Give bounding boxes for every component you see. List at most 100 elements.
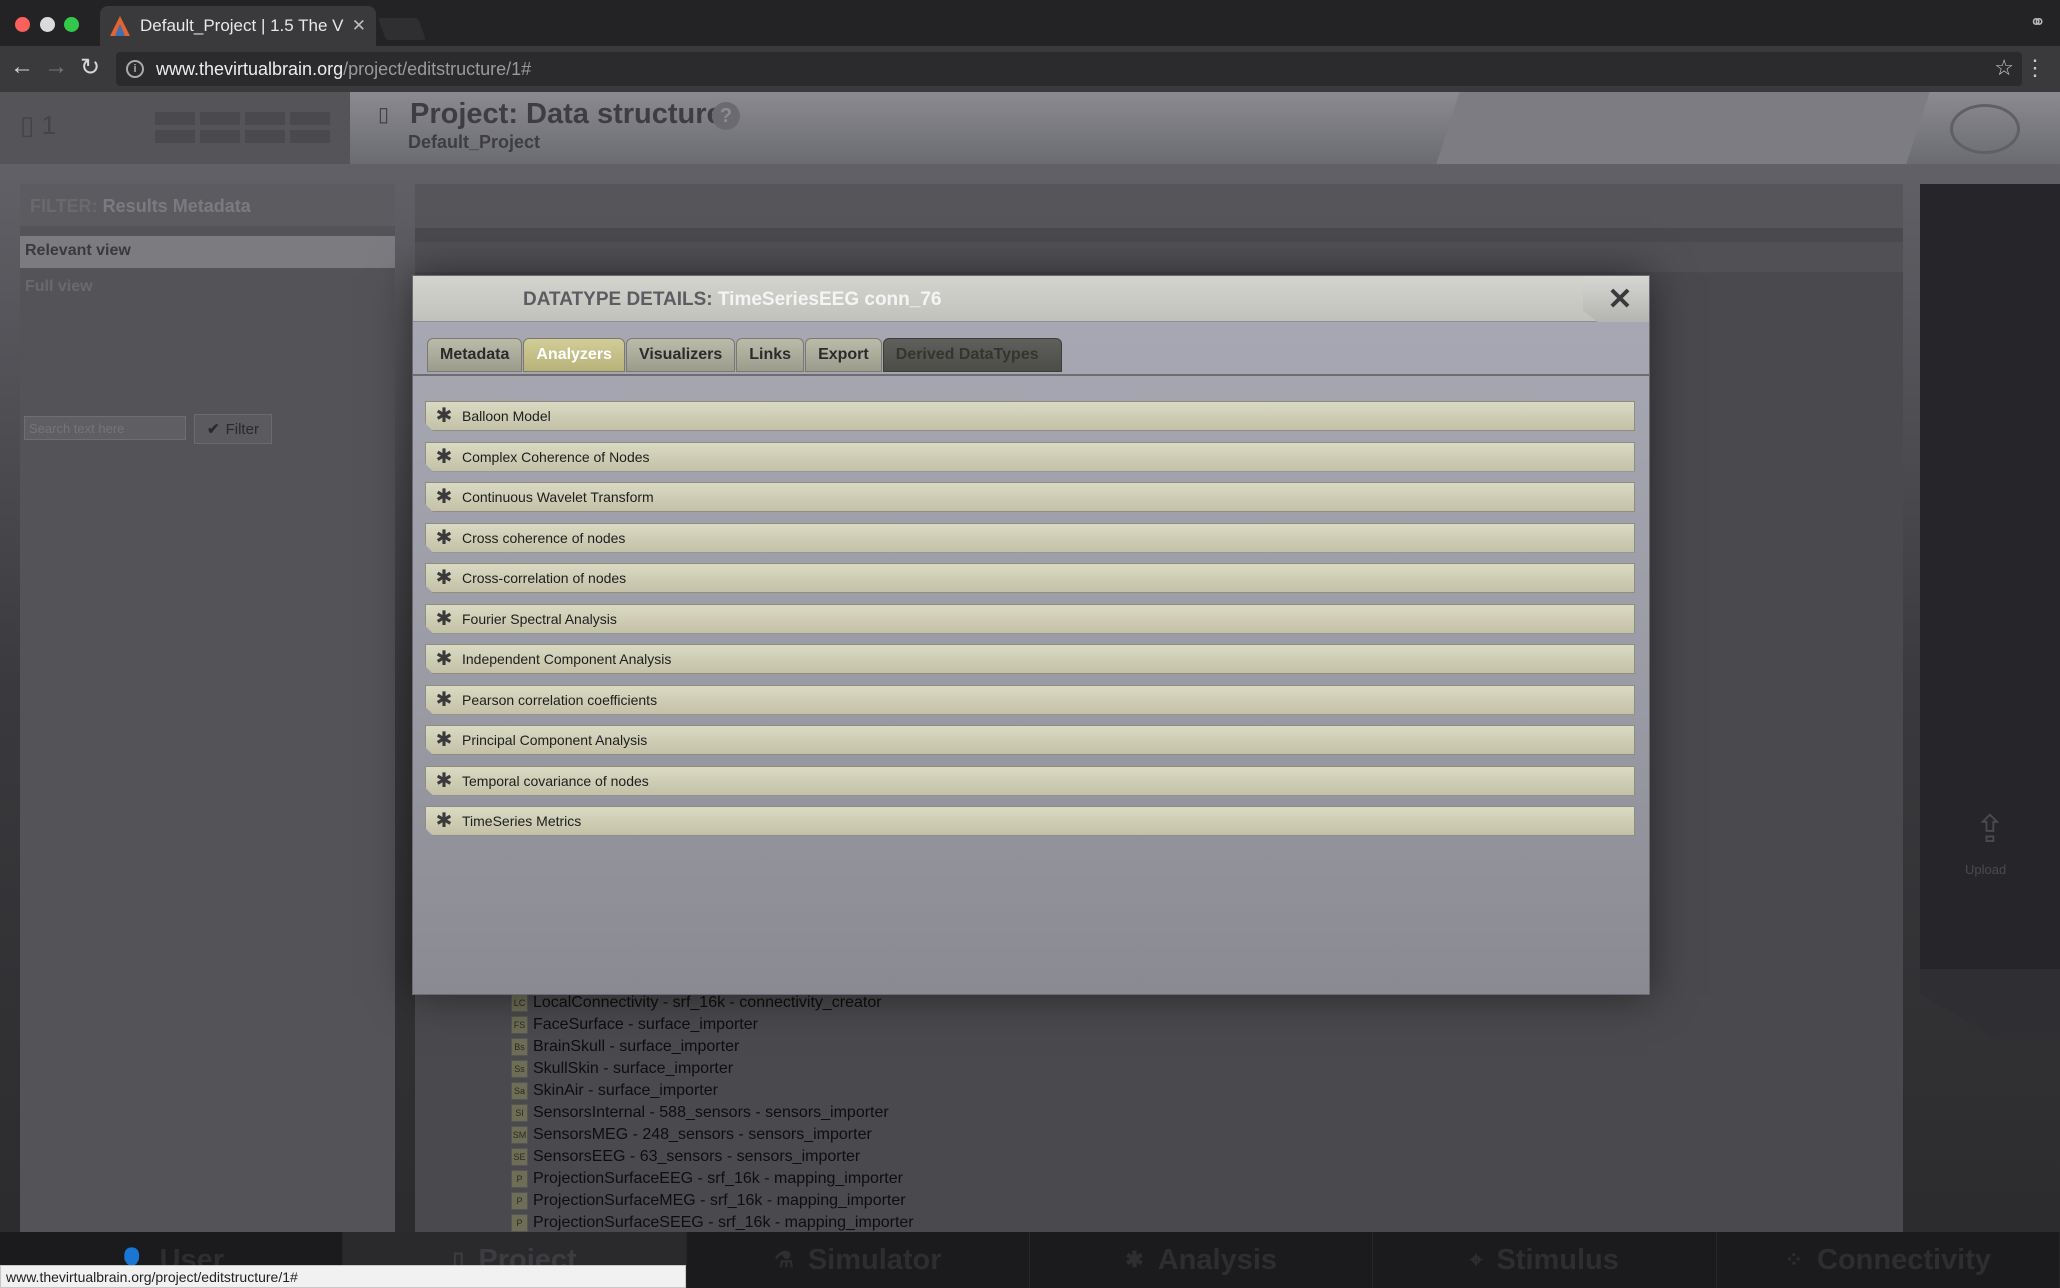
tree-node[interactable]: P ProjectionSurfaceMEG - srf_16k - mappin… xyxy=(511,1190,914,1212)
datatype-icon: P xyxy=(511,1170,528,1188)
tab-links[interactable]: Links xyxy=(736,338,805,372)
checkmark-icon: ✔ xyxy=(207,421,220,438)
tree-node-label: ProjectionSurfaceMEG - srf_16k - mapping… xyxy=(533,1192,906,1209)
filter-value: Results Metadata xyxy=(102,196,251,216)
incognito-icon: ⚭ xyxy=(2029,12,2046,34)
header-block xyxy=(290,112,330,125)
gear-icon: ✱ xyxy=(435,567,453,589)
bookmark-star-icon[interactable]: ☆ xyxy=(1994,55,2014,81)
header-block xyxy=(245,130,285,143)
tree-node[interactable]: P ProjectionSurfaceSEEG - srf_16k - mappi… xyxy=(511,1212,914,1234)
tree-node[interactable]: LC LocalConnectivity - srf_16k - connecti… xyxy=(511,992,914,1014)
browser-menu-icon[interactable]: ⋮ xyxy=(2024,55,2046,81)
nav-connectivity[interactable]: ⁘ Connectivity xyxy=(1717,1232,2060,1288)
header-right-area xyxy=(1436,92,1930,164)
help-icon[interactable]: ? xyxy=(712,102,740,130)
analyzer-item[interactable]: ✱ Cross-correlation of nodes xyxy=(425,563,1635,593)
header-block xyxy=(200,130,240,143)
tree-node[interactable]: Sa SkinAir - surface_importer xyxy=(511,1080,914,1102)
tree-node-label: SkullSkin - surface_importer xyxy=(533,1060,734,1077)
tvb-favicon-icon xyxy=(110,16,130,36)
close-window-button[interactable] xyxy=(15,17,30,32)
dialog-title-label: DATATYPE DETAILS: xyxy=(523,289,713,310)
document-icon: ▯ xyxy=(378,104,390,126)
nav-label: Stimulus xyxy=(1496,1243,1619,1276)
nav-label: Connectivity xyxy=(1817,1243,1992,1276)
analyzer-item[interactable]: ✱ Continuous Wavelet Transform xyxy=(425,482,1635,512)
network-icon: ⁘ xyxy=(1784,1247,1803,1272)
zoom-window-button[interactable] xyxy=(64,17,79,32)
url-path: /project/editstructure/1# xyxy=(343,58,532,79)
analyzer-item[interactable]: ✱ Cross coherence of nodes xyxy=(425,523,1635,553)
new-tab-button[interactable] xyxy=(377,18,427,40)
address-bar[interactable]: i www.thevirtualbrain.org/project/editst… xyxy=(116,52,2022,86)
analyzer-item[interactable]: ✱ Balloon Model xyxy=(425,401,1635,431)
tree-node[interactable]: SI SensorsInternal - 588_sensors - sensor… xyxy=(511,1102,914,1124)
gear-icon: ✱ xyxy=(435,445,453,468)
tree-node-label: SkinAir - surface_importer xyxy=(533,1082,718,1099)
nav-stimulus[interactable]: ⌖ Stimulus xyxy=(1373,1232,1717,1288)
full-view-option[interactable]: Full view xyxy=(20,272,395,304)
nav-analysis[interactable]: ✱ Analysis xyxy=(1030,1232,1374,1288)
upload-icon[interactable]: ⇪ xyxy=(1974,807,2006,852)
gear-icon: ✱ xyxy=(1125,1247,1144,1272)
tree-node-label: BrainSkull - surface_importer xyxy=(533,1038,740,1055)
analyzer-label: TimeSeries Metrics xyxy=(462,813,582,829)
reload-icon[interactable]: ↻ xyxy=(74,53,106,82)
back-arrow-icon[interactable]: ← xyxy=(6,53,38,81)
analyzer-item[interactable]: ✱ Temporal covariance of nodes xyxy=(425,766,1635,796)
tab-analyzers[interactable]: Analyzers xyxy=(523,338,625,372)
tree-node[interactable]: P ProjectionSurfaceEEG - srf_16k - mappin… xyxy=(511,1168,914,1190)
nav-simulator[interactable]: ⚗ Simulator xyxy=(687,1232,1030,1288)
project-count: ▯ 1 xyxy=(20,110,56,140)
tree-node-label: ProjectionSurfaceSEEG - srf_16k - mappin… xyxy=(533,1214,914,1231)
gear-icon: ✱ xyxy=(435,526,453,549)
dialog-close-button[interactable]: ✕ xyxy=(1583,276,1649,322)
analyzer-label: Complex Coherence of Nodes xyxy=(462,448,650,465)
tab-metadata[interactable]: Metadata xyxy=(427,338,523,372)
tab-close-icon[interactable]: ✕ xyxy=(352,16,366,36)
forward-arrow-icon[interactable]: → xyxy=(40,53,72,81)
gear-icon: ✱ xyxy=(435,607,453,630)
filter-label: FILTER: xyxy=(30,196,98,216)
filter-button-label: Filter xyxy=(225,420,259,438)
tree-node[interactable]: Bs BrainSkull - surface_importer xyxy=(511,1036,914,1058)
analyzer-item[interactable]: ✱ Independent Component Analysis xyxy=(425,644,1635,674)
filter-search-input[interactable] xyxy=(24,416,186,440)
right-panel-tail xyxy=(1920,969,2060,1039)
tab-export[interactable]: Export xyxy=(805,338,882,372)
gear-icon: ✱ xyxy=(435,405,453,427)
datatype-details-dialog: DATATYPE DETAILS: TimeSeriesEEG conn_76 … xyxy=(412,275,1650,995)
header-block xyxy=(290,130,330,143)
relevant-view-option[interactable]: Relevant view xyxy=(20,236,395,268)
tree-node[interactable]: Ss SkullSkin - surface_importer xyxy=(511,1058,914,1080)
tree-node[interactable]: FS FaceSurface - surface_importer xyxy=(511,1014,914,1036)
tree-node[interactable]: SM SensorsMEG - 248_sensors - sensors_imp… xyxy=(511,1124,914,1146)
filter-button[interactable]: ✔ Filter xyxy=(194,414,272,444)
tree-node[interactable]: SE SensorsEEG - 63_sensors - sensors_impo… xyxy=(511,1146,914,1168)
analyzer-label: Fourier Spectral Analysis xyxy=(462,610,617,627)
page-content: ▯ 1 ▯ Project: Data structure ? Default_… xyxy=(0,92,2060,1288)
datatype-icon: Sa xyxy=(511,1082,528,1100)
browser-tab[interactable]: Default_Project | 1.5 The Virtual Brain … xyxy=(100,6,376,46)
tab-visualizers[interactable]: Visualizers xyxy=(625,338,736,372)
analyzer-item[interactable]: ✱ Pearson correlation coefficients xyxy=(425,685,1635,715)
analyzer-label: Independent Component Analysis xyxy=(462,651,672,667)
datatype-icon: Ss xyxy=(511,1060,528,1078)
analyzer-item[interactable]: ✱ Fourier Spectral Analysis xyxy=(425,604,1635,634)
tab-title: Default_Project | 1.5 The Virtual Brain xyxy=(140,16,344,35)
analyzer-label: Continuous Wavelet Transform xyxy=(462,489,654,505)
brain-logo-icon[interactable] xyxy=(1950,104,2020,154)
analyzer-item[interactable]: ✱ Complex Coherence of Nodes xyxy=(425,442,1635,472)
analyzer-item[interactable]: ✱ Principal Component Analysis xyxy=(425,725,1635,755)
analyzer-item[interactable]: ✱ TimeSeries Metrics xyxy=(425,806,1635,836)
datatype-icon: FS xyxy=(511,1016,528,1034)
minimize-window-button[interactable] xyxy=(40,17,55,32)
info-icon[interactable]: i xyxy=(126,60,144,78)
tab-derived-datatypes[interactable]: Derived DataTypes xyxy=(882,338,1062,372)
datatype-icon: SI xyxy=(511,1104,528,1122)
tree-node-label: LocalConnectivity - srf_16k - connectivi… xyxy=(533,994,882,1011)
gear-icon: ✱ xyxy=(435,486,453,508)
datatype-icon: P xyxy=(511,1192,528,1210)
dialog-title-value: TimeSeriesEEG conn_76 xyxy=(717,289,942,310)
